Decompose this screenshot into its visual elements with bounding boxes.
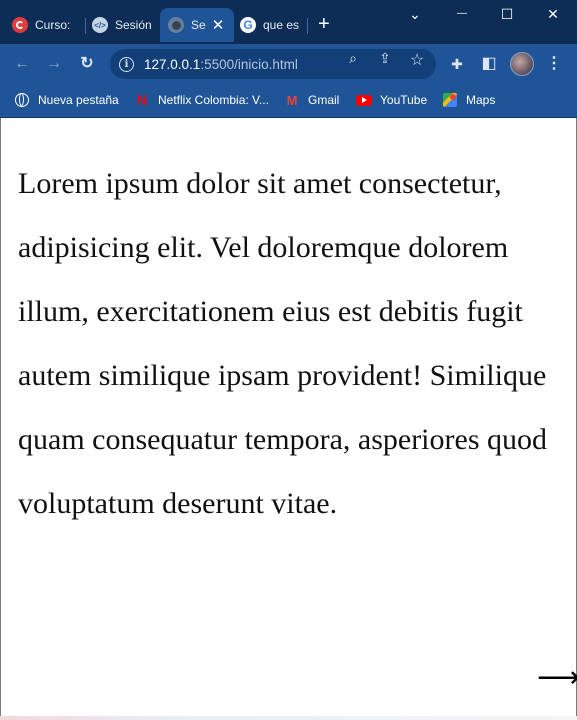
globe-favicon-icon	[168, 17, 184, 33]
bookmark-nueva-pestana[interactable]: Nueva pestaña	[14, 92, 119, 108]
bookmark-label: Gmail	[308, 93, 340, 107]
bookmark-youtube[interactable]: YouTube	[356, 92, 427, 108]
bookmark-gmail[interactable]: M Gmail	[284, 92, 340, 108]
code-favicon-icon: </>	[92, 17, 108, 33]
browser-toolbar: ← → ↻ i 127.0.0.1:5500/inicio.html ⌕ ⇪ ☆…	[0, 44, 577, 84]
bookmark-star-icon[interactable]: ☆	[408, 50, 426, 70]
tab-active[interactable]: Se ✕	[160, 8, 234, 42]
red-circle-favicon-icon	[12, 17, 28, 33]
bookmark-label: Netflix Colombia: V...	[158, 93, 269, 107]
tab-title: Curso:	[35, 18, 71, 32]
maximize-button[interactable]: ☐	[497, 6, 517, 23]
lorem-paragraph: Lorem ipsum dolor sit amet consectetur, …	[18, 167, 547, 520]
tab-title: Se	[191, 18, 206, 32]
share-icon[interactable]: ⇪	[376, 50, 394, 67]
globe-icon	[14, 92, 30, 108]
zoom-icon[interactable]: ⌕	[344, 50, 362, 67]
site-info-icon[interactable]: i	[119, 56, 134, 72]
bookmark-label: YouTube	[380, 93, 428, 107]
page-viewport: Lorem ipsum dolor sit amet consectetur, …	[0, 118, 577, 720]
tab-sesion[interactable]: </> Sesión	[92, 8, 156, 42]
tab-title: Sesión	[115, 18, 152, 32]
forward-button[interactable]: →	[44, 54, 64, 74]
close-tab-icon[interactable]: ✕	[212, 16, 225, 34]
bookmarks-bar: Nueva pestaña N Netflix Colombia: V... M…	[0, 84, 577, 118]
extensions-icon[interactable]: ✚	[447, 54, 467, 74]
taskbar-edge	[0, 716, 577, 720]
maps-icon	[442, 92, 458, 108]
gmail-icon: M	[286, 92, 298, 108]
youtube-icon	[356, 92, 372, 108]
netflix-icon: N	[136, 91, 148, 109]
tab-curso[interactable]: Curso:	[12, 8, 86, 42]
minimize-button[interactable]: —	[452, 8, 472, 19]
reload-button[interactable]: ↻	[77, 54, 97, 74]
bookmark-label: Nueva pestaña	[38, 93, 119, 107]
bookmark-label: Maps	[466, 93, 496, 107]
bookmark-netflix[interactable]: N Netflix Colombia: V...	[134, 91, 269, 109]
url-text[interactable]: 127.0.0.1:5500/inicio.html	[144, 57, 298, 72]
side-panel-icon[interactable]: ◧	[479, 54, 499, 74]
browser-menu-icon[interactable]: ⋮	[544, 54, 564, 74]
new-tab-button[interactable]: +	[318, 14, 330, 34]
tab-strip: Curso: </> Sesión Se ✕ G que es + ⌄ — ☐ …	[0, 0, 577, 44]
profile-avatar[interactable]	[510, 52, 534, 76]
google-favicon-icon: G	[240, 17, 256, 33]
tab-que-es[interactable]: G que es	[240, 8, 308, 42]
back-button[interactable]: ←	[12, 54, 32, 74]
tab-search-icon[interactable]: ⌄	[405, 6, 425, 23]
close-window-button[interactable]: ✕	[543, 6, 563, 23]
tab-title: que es	[263, 18, 300, 32]
arrow-right-icon[interactable]: ⟶	[537, 663, 577, 693]
bookmark-maps[interactable]: Maps	[442, 92, 495, 108]
